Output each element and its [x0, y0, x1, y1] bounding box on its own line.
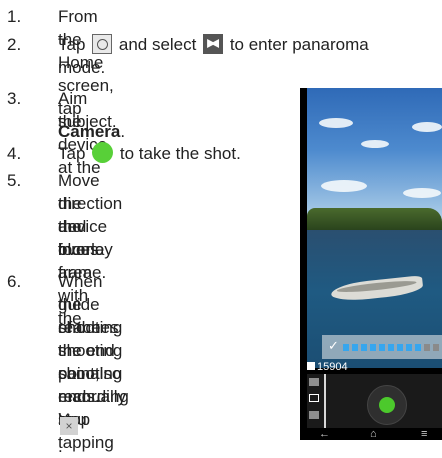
guide-segment	[433, 344, 439, 351]
step-text: Tap and select to enter panaroma	[58, 34, 369, 54]
nav-bar: ← ⌂ ≡	[307, 428, 442, 440]
step-number: 4.	[7, 144, 22, 163]
cloud	[403, 188, 441, 198]
storage-icon	[307, 362, 315, 370]
guide-segment	[424, 344, 430, 351]
shot-counter: 15904	[307, 360, 348, 374]
step-number: 5.	[7, 171, 22, 190]
guide-segment	[361, 344, 367, 351]
guide-segment	[406, 344, 412, 351]
cloud	[412, 122, 442, 132]
step-text-line: ×.	[58, 409, 80, 458]
shutter-button[interactable]	[367, 385, 407, 425]
camera-mode-icon	[92, 34, 113, 54]
phone-screenshot: ✓ 15904 ← ⌂ ≡	[300, 88, 442, 440]
step-text-line: mode.	[58, 58, 106, 77]
guide-segment	[379, 344, 385, 351]
menu-icon[interactable]: ≡	[421, 428, 427, 440]
guide-segment	[370, 344, 376, 351]
treeline	[307, 208, 442, 232]
step-number: 6.	[7, 272, 22, 291]
shot-count: 15904	[317, 361, 348, 373]
step-text-line: Aim the device at the	[58, 89, 108, 177]
panorama-mode-icon[interactable]	[309, 394, 319, 402]
guide-segment	[415, 344, 421, 351]
mode-divider	[324, 374, 326, 434]
guide-segment	[388, 344, 394, 351]
step-number: 2.	[7, 35, 22, 54]
step-text-line: subject.	[58, 112, 117, 131]
video-mode-icon[interactable]	[309, 411, 319, 419]
shooting-guide: ✓	[322, 335, 442, 359]
step-text: Tap to take the shot.	[58, 142, 241, 163]
guide-progress-bar	[343, 344, 442, 351]
home-icon[interactable]: ⌂	[370, 428, 377, 440]
guide-segment	[397, 344, 403, 351]
cloud	[321, 180, 367, 192]
guide-segment	[343, 344, 349, 351]
camera-mode-icon[interactable]	[309, 378, 319, 386]
step-number: 1.	[7, 7, 22, 26]
guide-segment	[352, 344, 358, 351]
stop-x-icon: ×	[60, 417, 78, 435]
panorama-mode-icon	[203, 34, 224, 54]
cloud	[319, 118, 353, 128]
panorama-preview-photo	[307, 88, 442, 368]
back-icon[interactable]: ←	[319, 428, 330, 440]
step-number: 3.	[7, 89, 22, 108]
cloud	[361, 140, 389, 148]
check-icon: ✓	[328, 338, 339, 353]
shutter-icon	[379, 397, 395, 413]
shutter-icon	[92, 142, 114, 163]
